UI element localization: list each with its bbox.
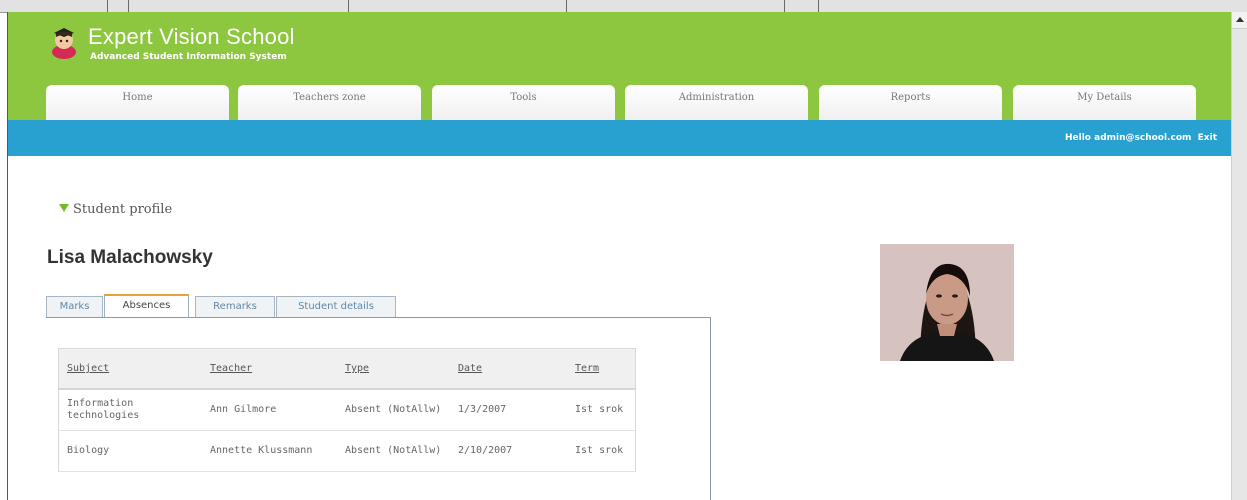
nav-tab-tools[interactable]: Tools [432,85,615,120]
cell-type: Absent (NotAllw) [337,389,450,431]
profile-tab-remarks[interactable]: Remarks [195,296,275,317]
nav-tab-my-details[interactable]: My Details [1013,85,1196,120]
student-name: Lisa Malachowsky [47,247,213,268]
nav-tab-home[interactable]: Home [46,85,229,120]
strip-divider [128,0,129,12]
cell-date: 1/3/2007 [450,389,567,431]
strip-divider [818,0,819,12]
strip-divider [784,0,785,12]
student-profile-label: Student profile [73,202,173,217]
cell-teacher: Ann Gilmore [202,389,337,431]
app-title: Expert Vision School [88,24,295,49]
app-subtitle: Advanced Student Information System [90,52,287,62]
site-header: Expert Vision School Advanced Student In… [8,12,1231,120]
table-row: Information technologies Ann Gilmore Abs… [58,389,636,431]
table-header-row: Subject Teacher Type Date Term [58,348,636,390]
strip-divider [566,0,567,12]
cell-date: 2/10/2007 [450,430,567,472]
student-profile-toggle[interactable]: Student profile [59,202,172,217]
column-header-term[interactable]: Term [567,348,636,390]
user-greeting: Hello admin@school.com Exit [1065,120,1217,156]
student-portrait-image [880,244,1014,361]
column-header-type[interactable]: Type [337,348,450,390]
nav-tab-administration[interactable]: Administration [625,85,808,120]
cell-type: Absent (NotAllw) [337,430,450,472]
cell-teacher: Annette Klussmann [202,430,337,472]
cell-term: Ist srok [567,389,636,431]
cell-subject: Information technologies [58,389,202,431]
student-photo [880,244,1014,361]
profile-tab-marks[interactable]: Marks [46,296,103,317]
table-row: Biology Annette Klussmann Absent (NotAll… [58,430,636,472]
triangle-down-icon [59,204,69,212]
column-header-subject[interactable]: Subject [58,348,202,390]
greeting-text: Hello admin@school.com [1065,133,1192,143]
cell-subject: Biology [58,430,202,472]
exit-link[interactable]: Exit [1198,133,1217,143]
vertical-scrollbar[interactable] [1231,12,1247,500]
cell-term: Ist srok [567,430,636,472]
column-header-teacher[interactable]: Teacher [202,348,337,390]
nav-tab-reports[interactable]: Reports [819,85,1002,120]
strip-divider [107,0,108,12]
scroll-up-arrow-icon[interactable] [1232,12,1247,29]
profile-tab-student-details[interactable]: Student details [276,296,396,317]
user-bar: Hello admin@school.com Exit [8,120,1231,156]
profile-tab-absences[interactable]: Absences [104,294,189,318]
nav-tab-teachers-zone[interactable]: Teachers zone [238,85,421,120]
student-mascot-icon [52,28,76,59]
absences-table: Subject Teacher Type Date Term Informati… [58,348,636,472]
strip-divider [348,0,349,12]
page-frame: Expert Vision School Advanced Student In… [7,12,1231,500]
column-header-date[interactable]: Date [450,348,567,390]
